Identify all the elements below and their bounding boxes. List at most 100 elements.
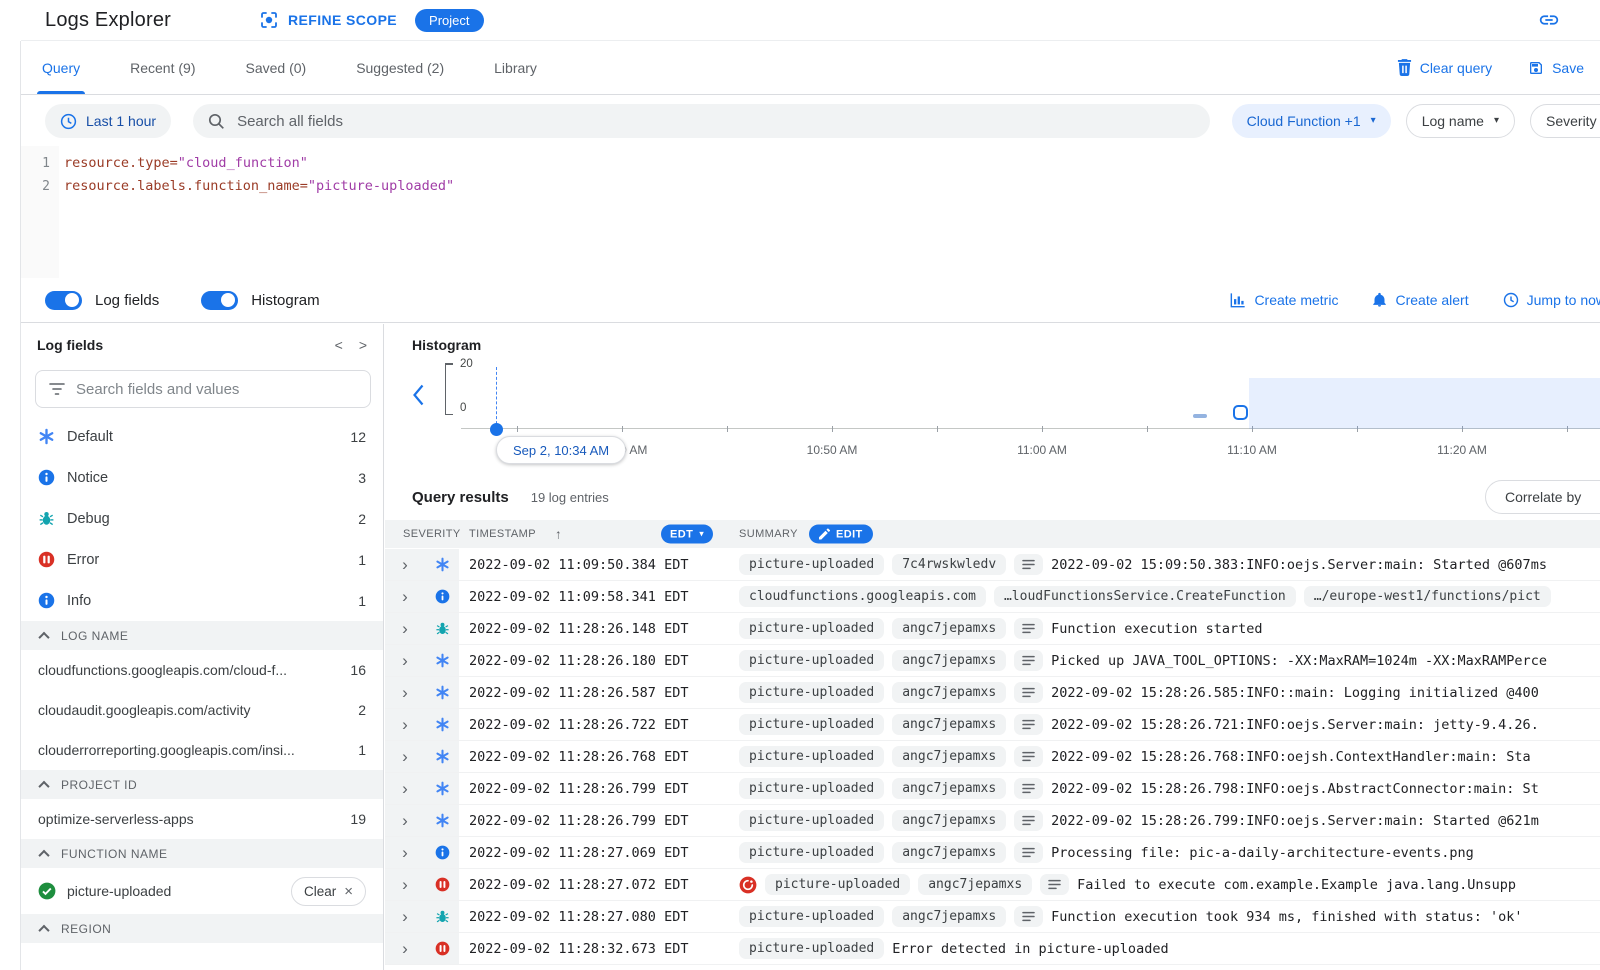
expand-row-button[interactable]: ›: [385, 869, 425, 900]
log-lines-icon[interactable]: [1014, 746, 1043, 767]
summary-chip[interactable]: picture-uploaded: [739, 714, 884, 735]
summary-chip[interactable]: picture-uploaded: [739, 618, 884, 639]
summary-chip[interactable]: …loudFunctionsService.CreateFunction: [994, 586, 1296, 607]
summary-chip[interactable]: picture-uploaded: [739, 746, 884, 767]
log-entry-row[interactable]: ›2022-09-02 11:28:26.180 EDTpicture-uplo…: [385, 645, 1600, 677]
clear-filter-button[interactable]: Clear×: [291, 877, 366, 906]
histogram-toggle[interactable]: [201, 291, 238, 310]
severity-filter-debug[interactable]: Debug2: [21, 498, 383, 539]
query-editor[interactable]: 1 2 resource.type="cloud_function" resou…: [21, 146, 1600, 278]
field-value-item[interactable]: cloudaudit.googleapis.com/activity2: [21, 690, 383, 730]
summary-chip[interactable]: picture-uploaded: [739, 554, 884, 575]
expand-row-button[interactable]: ›: [385, 645, 425, 676]
expand-row-button[interactable]: ›: [385, 677, 425, 708]
section-header-project-id[interactable]: PROJECT ID: [21, 770, 383, 799]
create-metric-button[interactable]: Create metric: [1230, 292, 1338, 308]
tab-saved-0[interactable]: Saved (0): [240, 41, 311, 94]
summary-chip[interactable]: picture-uploaded: [739, 842, 884, 863]
scope-badge[interactable]: Project: [415, 9, 483, 32]
log-entry-row[interactable]: ›2022-09-02 11:28:26.799 EDTpicture-uplo…: [385, 773, 1600, 805]
expand-row-button[interactable]: ›: [385, 933, 425, 964]
expand-row-button[interactable]: ›: [385, 709, 425, 740]
expand-row-button[interactable]: ›: [385, 613, 425, 644]
query-line[interactable]: resource.type="cloud_function": [64, 152, 454, 175]
log-lines-icon[interactable]: [1040, 874, 1069, 895]
log-lines-icon[interactable]: [1014, 842, 1043, 863]
summary-chip[interactable]: picture-uploaded: [739, 938, 884, 959]
field-value-item[interactable]: optimize-serverless-apps19: [21, 799, 383, 839]
log-lines-icon[interactable]: [1014, 650, 1043, 671]
field-value-item[interactable]: picture-uploadedClear×: [21, 868, 383, 914]
timezone-chip[interactable]: EDT▾: [661, 525, 713, 544]
sort-ascending-icon[interactable]: ↑: [555, 527, 562, 542]
severity-filter-info[interactable]: Info1: [21, 580, 383, 621]
tab-recent-9[interactable]: Recent (9): [125, 41, 200, 94]
histogram-chart[interactable]: 20 0: [385, 361, 1600, 429]
query-line[interactable]: resource.labels.function_name="picture-u…: [64, 175, 454, 198]
log-lines-icon[interactable]: [1014, 906, 1043, 927]
save-button[interactable]: Save: [1528, 60, 1584, 76]
log-lines-icon[interactable]: [1014, 778, 1043, 799]
create-alert-button[interactable]: Create alert: [1372, 292, 1468, 308]
tab-query[interactable]: Query: [37, 41, 85, 94]
log-entry-row[interactable]: ›2022-09-02 11:09:58.341 EDTcloudfunctio…: [385, 581, 1600, 613]
jump-to-now-button[interactable]: Jump to now: [1503, 292, 1600, 308]
log-entry-row[interactable]: ›2022-09-02 11:28:32.673 EDTpicture-uplo…: [385, 933, 1600, 965]
tab-library[interactable]: Library: [489, 41, 542, 94]
summary-chip[interactable]: picture-uploaded: [739, 906, 884, 927]
log-entry-row[interactable]: ›2022-09-02 11:28:26.768 EDTpicture-uplo…: [385, 741, 1600, 773]
summary-chip[interactable]: picture-uploaded: [739, 682, 884, 703]
selected-time-region[interactable]: [1249, 378, 1600, 429]
summary-chip[interactable]: picture-uploaded: [739, 778, 884, 799]
summary-chip[interactable]: angc7jepamxs: [892, 682, 1006, 703]
log-name-filter-chip[interactable]: Log name▾: [1406, 104, 1515, 138]
expand-row-button[interactable]: ›: [385, 837, 425, 868]
expand-row-button[interactable]: ›: [385, 581, 425, 612]
summary-chip[interactable]: angc7jepamxs: [892, 650, 1006, 671]
time-range-chip[interactable]: Last 1 hour: [45, 104, 171, 138]
section-header-function-name[interactable]: FUNCTION NAME: [21, 839, 383, 868]
resource-filter-chip[interactable]: Cloud Function +1▾: [1232, 104, 1391, 138]
summary-chip[interactable]: picture-uploaded: [765, 874, 910, 895]
summary-chip[interactable]: 7c4rwskwledv: [892, 554, 1006, 575]
expand-row-button[interactable]: ›: [385, 741, 425, 772]
summary-chip[interactable]: cloudfunctions.googleapis.com: [739, 586, 986, 607]
log-lines-icon[interactable]: [1014, 810, 1043, 831]
summary-chip[interactable]: angc7jepamxs: [892, 906, 1006, 927]
log-entry-row[interactable]: ›2022-09-02 11:28:26.722 EDTpicture-uplo…: [385, 709, 1600, 741]
log-entry-row[interactable]: ›2022-09-02 11:28:27.080 EDTpicture-uplo…: [385, 901, 1600, 933]
log-entry-row[interactable]: ›2022-09-02 11:28:27.069 EDTpicture-uplo…: [385, 837, 1600, 869]
editor-code[interactable]: resource.type="cloud_function" resource.…: [59, 146, 454, 278]
selection-handle[interactable]: [1233, 405, 1248, 420]
summary-chip[interactable]: angc7jepamxs: [892, 714, 1006, 735]
edit-summary-chip[interactable]: EDIT: [809, 525, 873, 544]
refine-scope-button[interactable]: REFINE SCOPE: [259, 10, 397, 30]
expand-row-button[interactable]: ›: [385, 773, 425, 804]
log-entry-row[interactable]: ›2022-09-02 11:09:50.384 EDTpicture-uplo…: [385, 549, 1600, 581]
expand-row-button[interactable]: ›: [385, 805, 425, 836]
summary-chip[interactable]: …/europe-west1/functions/pict: [1304, 586, 1551, 607]
summary-chip[interactable]: picture-uploaded: [739, 650, 884, 671]
expand-row-button[interactable]: ›: [385, 549, 425, 580]
correlate-by-button[interactable]: Correlate by: [1485, 480, 1600, 514]
clear-query-button[interactable]: Clear query: [1397, 59, 1492, 76]
summary-chip[interactable]: angc7jepamxs: [892, 618, 1006, 639]
severity-filter-chip[interactable]: Severity▾: [1530, 104, 1600, 138]
log-lines-icon[interactable]: [1014, 682, 1043, 703]
log-fields-toggle[interactable]: [45, 291, 82, 310]
log-entry-row[interactable]: ›2022-09-02 11:28:26.587 EDTpicture-uplo…: [385, 677, 1600, 709]
summary-chip[interactable]: angc7jepamxs: [918, 874, 1032, 895]
expand-row-button[interactable]: ›: [385, 901, 425, 932]
log-lines-icon[interactable]: [1014, 714, 1043, 735]
section-header-region[interactable]: REGION: [21, 914, 383, 943]
summary-chip[interactable]: angc7jepamxs: [892, 842, 1006, 863]
log-lines-icon[interactable]: [1014, 618, 1043, 639]
field-value-item[interactable]: cloudfunctions.googleapis.com/cloud-f...…: [21, 650, 383, 690]
start-time-pill[interactable]: Sep 2, 10:34 AM: [496, 436, 626, 464]
summary-chip[interactable]: angc7jepamxs: [892, 746, 1006, 767]
section-header-log-name[interactable]: LOG NAME: [21, 621, 383, 650]
tab-suggested-2[interactable]: Suggested (2): [351, 41, 449, 94]
severity-filter-error[interactable]: Error1: [21, 539, 383, 580]
log-entry-row[interactable]: ›2022-09-02 11:28:26.148 EDTpicture-uplo…: [385, 613, 1600, 645]
summary-chip[interactable]: angc7jepamxs: [892, 810, 1006, 831]
